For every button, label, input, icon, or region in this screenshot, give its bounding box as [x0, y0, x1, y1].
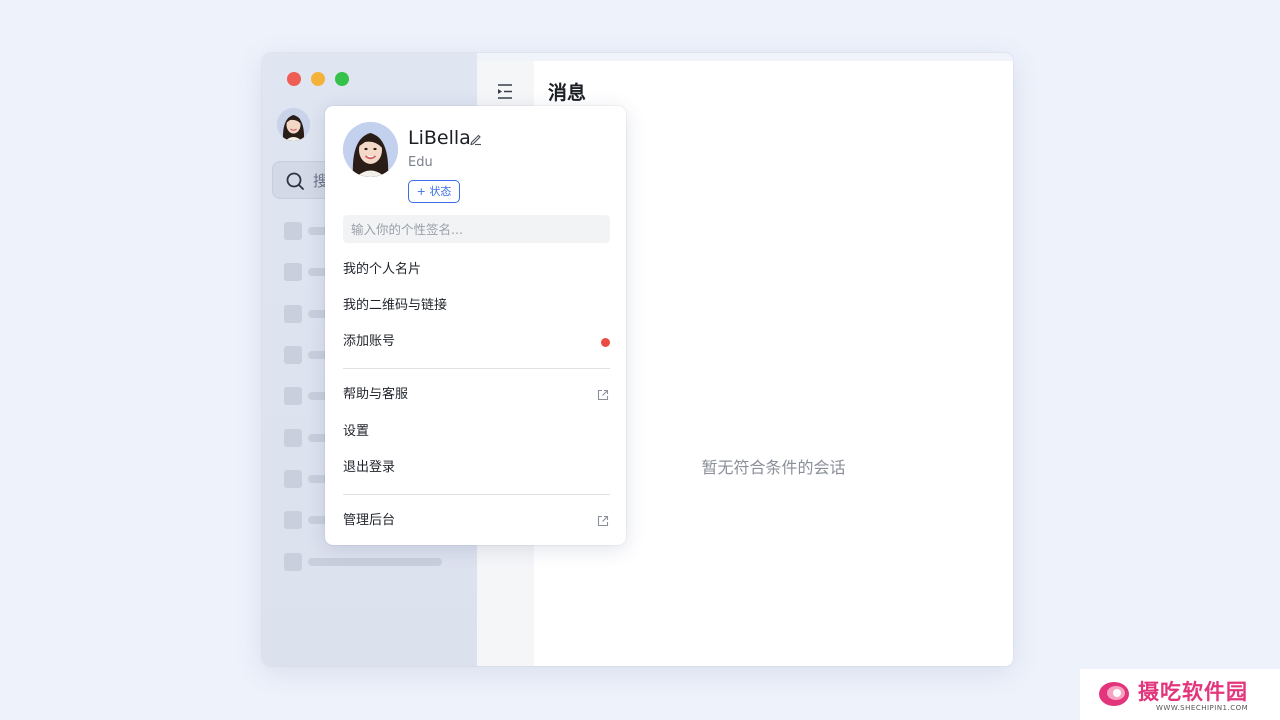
profile-menu: LiBella Edu + 状态 我的个人名片 我的二维码与链接 添加账号 帮助… [325, 106, 626, 545]
watermark-url: WWW.SHECHIPIN1.COM [1156, 704, 1249, 712]
minimize-window-button[interactable] [311, 72, 325, 86]
window-top-strip [477, 53, 1013, 61]
close-window-button[interactable] [287, 72, 301, 86]
expand-sidebar-icon[interactable] [495, 81, 515, 101]
menu-item-admin[interactable]: 管理后台 [343, 509, 610, 533]
external-link-icon [597, 389, 609, 401]
menu-item-label: 添加账号 [343, 334, 396, 349]
add-status-button[interactable]: + 状态 [408, 180, 460, 203]
menu-item-help[interactable]: 帮助与客服 [343, 383, 610, 407]
search-icon [286, 172, 304, 190]
menu-item-label: 我的个人名片 [343, 262, 422, 277]
menu-divider [343, 368, 610, 369]
watermark-logo-icon [1099, 682, 1129, 706]
menu-item-add-account[interactable]: 添加账号 [343, 330, 610, 354]
profile-name: LiBella [408, 127, 471, 149]
menu-item-label: 管理后台 [343, 513, 396, 528]
menu-item-label: 退出登录 [343, 460, 396, 475]
signature-input[interactable] [343, 215, 610, 243]
menu-divider [343, 494, 610, 495]
list-item-placeholder [284, 553, 464, 571]
menu-item-label: 设置 [343, 424, 370, 439]
maximize-window-button[interactable] [335, 72, 349, 86]
external-link-icon [597, 515, 609, 527]
menu-item-business-card[interactable]: 我的个人名片 [343, 258, 610, 282]
profile-avatar[interactable] [343, 122, 398, 177]
profile-organization: Edu [408, 155, 433, 170]
watermark-text: 摄吃软件园 [1138, 680, 1248, 704]
menu-item-qr-code[interactable]: 我的二维码与链接 [343, 294, 610, 318]
menu-item-logout[interactable]: 退出登录 [343, 456, 610, 480]
page-title: 消息 [548, 82, 587, 104]
edit-name-icon[interactable] [469, 132, 483, 146]
watermark: 摄吃软件园 WWW.SHECHIPIN1.COM [1080, 669, 1280, 720]
menu-item-label: 帮助与客服 [343, 387, 409, 402]
menu-item-label: 我的二维码与链接 [343, 298, 448, 313]
avatar[interactable] [277, 108, 310, 141]
notification-dot [601, 338, 610, 347]
menu-item-settings[interactable]: 设置 [343, 420, 610, 444]
